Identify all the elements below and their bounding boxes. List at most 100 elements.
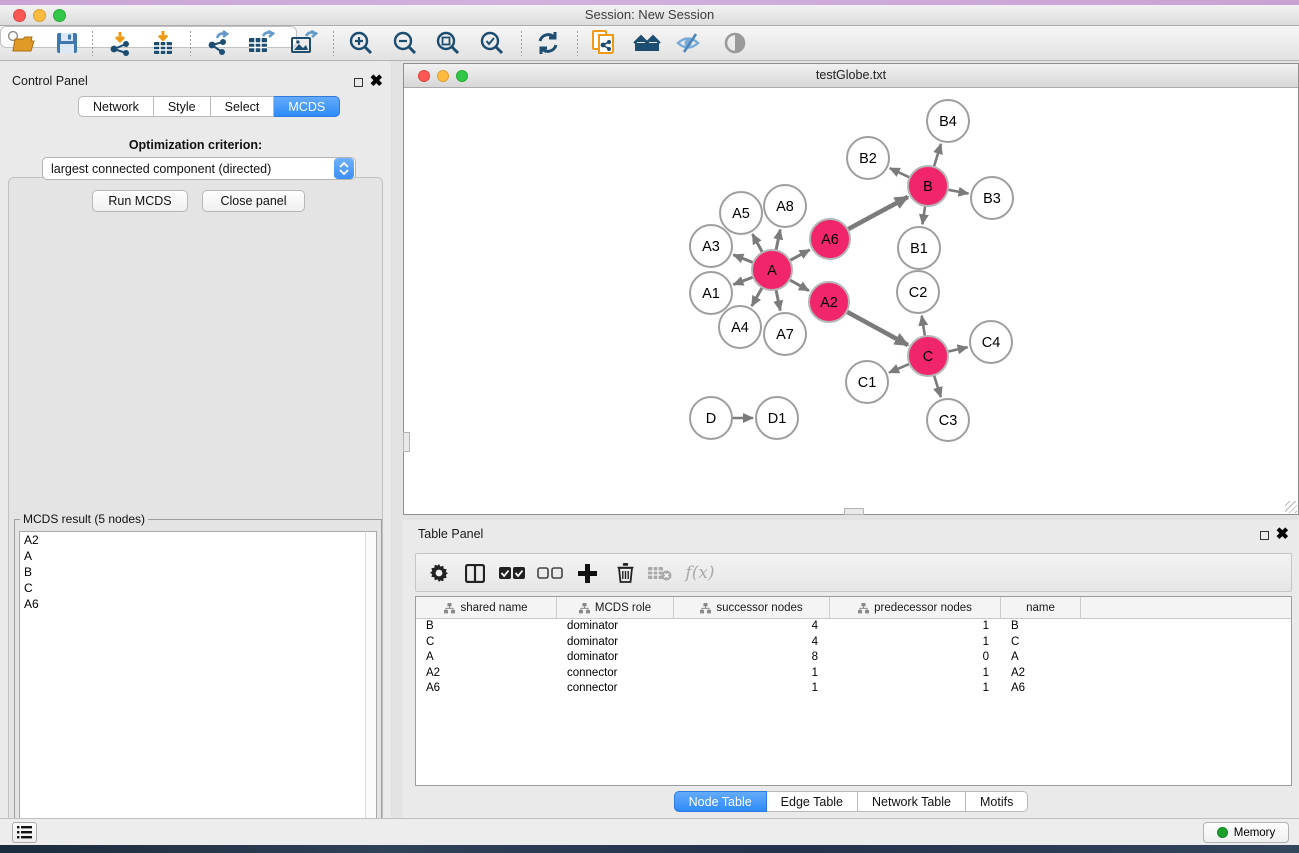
float-panel-icon[interactable] xyxy=(354,74,363,92)
tab-network-table[interactable]: Network Table xyxy=(858,791,966,812)
node-B2[interactable]: B2 xyxy=(847,137,889,179)
table-cell[interactable]: 1 xyxy=(674,666,830,682)
table-cell[interactable]: A xyxy=(1001,650,1081,666)
table-cell[interactable]: 1 xyxy=(674,681,830,697)
table-row[interactable]: Adominator80A xyxy=(416,650,1291,666)
node-C3[interactable]: C3 xyxy=(927,399,969,441)
export-image-icon[interactable] xyxy=(285,28,323,58)
table-cell[interactable]: A2 xyxy=(1001,666,1081,682)
window-resize-grip[interactable] xyxy=(1285,501,1297,513)
maximize-window-icon[interactable] xyxy=(53,9,66,22)
table-cell[interactable]: dominator xyxy=(557,635,674,651)
table-row[interactable]: A2connector11A2 xyxy=(416,666,1291,682)
import-table-icon[interactable] xyxy=(144,28,182,58)
network-window-titlebar[interactable]: testGlobe.txt xyxy=(404,64,1298,88)
node-B[interactable]: B xyxy=(908,166,948,206)
node-A7[interactable]: A7 xyxy=(764,313,806,355)
close-panel-icon[interactable]: ✖ xyxy=(370,71,383,91)
zoom-out-icon[interactable] xyxy=(386,28,424,58)
column-header-shared-name[interactable]: shared name xyxy=(416,597,557,619)
network-vertical-scrollbar[interactable] xyxy=(403,432,410,452)
net-minimize-icon[interactable] xyxy=(437,70,449,82)
node-D[interactable]: D xyxy=(690,397,732,439)
table-cell[interactable]: 1 xyxy=(830,635,1001,651)
tab-edge-table[interactable]: Edge Table xyxy=(767,791,858,812)
node-A6[interactable]: A6 xyxy=(810,219,850,259)
table-cell[interactable]: 1 xyxy=(830,666,1001,682)
table-cell[interactable]: dominator xyxy=(557,619,674,635)
zoom-selected-icon[interactable] xyxy=(473,28,511,58)
mcds-result-item[interactable]: A6 xyxy=(20,596,365,612)
node-A5[interactable]: A5 xyxy=(720,192,762,234)
table-close-panel-icon[interactable]: ✖ xyxy=(1276,524,1289,544)
open-file-icon[interactable] xyxy=(6,28,44,58)
mcds-result-item[interactable]: B xyxy=(20,564,365,580)
function-builder-icon[interactable]: f(x) xyxy=(680,560,720,586)
zoom-fit-icon[interactable] xyxy=(429,28,467,58)
table-cell[interactable]: A6 xyxy=(416,681,557,697)
node-A8[interactable]: A8 xyxy=(764,185,806,227)
node-B1[interactable]: B1 xyxy=(898,227,940,269)
node-D1[interactable]: D1 xyxy=(756,397,798,439)
table-cell[interactable]: 0 xyxy=(830,650,1001,666)
node-A1[interactable]: A1 xyxy=(690,272,732,314)
node-B3[interactable]: B3 xyxy=(971,177,1013,219)
mcds-result-item[interactable]: A2 xyxy=(20,532,365,548)
table-cell[interactable]: 1 xyxy=(830,619,1001,635)
column-header-MCDS-role[interactable]: MCDS role xyxy=(557,597,674,619)
save-session-icon[interactable] xyxy=(48,28,86,58)
run-mcds-button[interactable]: Run MCDS xyxy=(92,190,188,212)
table-cell[interactable]: A xyxy=(416,650,557,666)
node-C4[interactable]: C4 xyxy=(970,321,1012,363)
node-A2[interactable]: A2 xyxy=(809,282,849,322)
add-column-icon[interactable] xyxy=(572,560,602,586)
network-horizontal-scrollbar[interactable] xyxy=(844,508,864,515)
optimization-criterion-dropdown[interactable]: largest connected component (directed) xyxy=(42,157,356,180)
table-row[interactable]: Cdominator41C xyxy=(416,635,1291,651)
network-graph-canvas[interactable]: B4 B2 B B3 A8A5 A6 A3 B1 A A1 C2 A2 A4A7 C4 C C1 D D1 C3 xyxy=(404,88,1298,514)
close-window-icon[interactable] xyxy=(13,9,26,22)
mcds-list-scrollbar[interactable] xyxy=(365,531,377,853)
node-B4[interactable]: B4 xyxy=(927,100,969,142)
table-cell[interactable]: B xyxy=(416,619,557,635)
delete-table-icon[interactable] xyxy=(645,560,675,586)
table-cell[interactable]: 8 xyxy=(674,650,830,666)
settings-gear-icon[interactable] xyxy=(424,560,454,586)
deselect-all-icon[interactable] xyxy=(535,560,565,586)
table-cell[interactable]: 1 xyxy=(830,681,1001,697)
table-cell[interactable]: connector xyxy=(557,666,674,682)
export-table-icon[interactable] xyxy=(242,28,280,58)
mcds-result-item[interactable]: C xyxy=(20,580,365,596)
tab-network[interactable]: Network xyxy=(78,96,154,117)
node-A3[interactable]: A3 xyxy=(690,225,732,267)
table-row[interactable]: Bdominator41B xyxy=(416,619,1291,635)
tab-mcds[interactable]: MCDS xyxy=(274,96,340,117)
toggle-panes-icon[interactable] xyxy=(460,560,490,586)
zoom-in-icon[interactable] xyxy=(342,28,380,58)
table-cell[interactable]: A6 xyxy=(1001,681,1081,697)
show-all-icon[interactable] xyxy=(628,28,666,58)
net-maximize-icon[interactable] xyxy=(456,70,468,82)
delete-icon[interactable] xyxy=(610,560,640,586)
table-cell[interactable]: dominator xyxy=(557,650,674,666)
table-row[interactable]: A6connector11A6 xyxy=(416,681,1291,697)
node-C1[interactable]: C1 xyxy=(846,361,888,403)
column-header-predecessor-nodes[interactable]: predecessor nodes xyxy=(830,597,1001,619)
table-float-panel-icon[interactable] xyxy=(1260,527,1269,545)
select-all-icon[interactable] xyxy=(497,560,527,586)
node-A4[interactable]: A4 xyxy=(719,306,761,348)
minimize-window-icon[interactable] xyxy=(33,9,46,22)
task-history-icon[interactable] xyxy=(12,822,37,843)
node-C2[interactable]: C2 xyxy=(897,271,939,313)
node-A[interactable]: A xyxy=(752,250,792,290)
memory-button[interactable]: Memory xyxy=(1203,822,1289,843)
node-C[interactable]: C xyxy=(908,336,948,376)
export-network-icon[interactable] xyxy=(199,28,237,58)
net-close-icon[interactable] xyxy=(418,70,430,82)
show-details-icon[interactable] xyxy=(716,28,754,58)
table-cell[interactable]: A2 xyxy=(416,666,557,682)
column-header-successor-nodes[interactable]: successor nodes xyxy=(674,597,830,619)
tab-node-table[interactable]: Node Table xyxy=(674,791,767,812)
table-cell[interactable]: connector xyxy=(557,681,674,697)
close-panel-button[interactable]: Close panel xyxy=(202,190,305,212)
